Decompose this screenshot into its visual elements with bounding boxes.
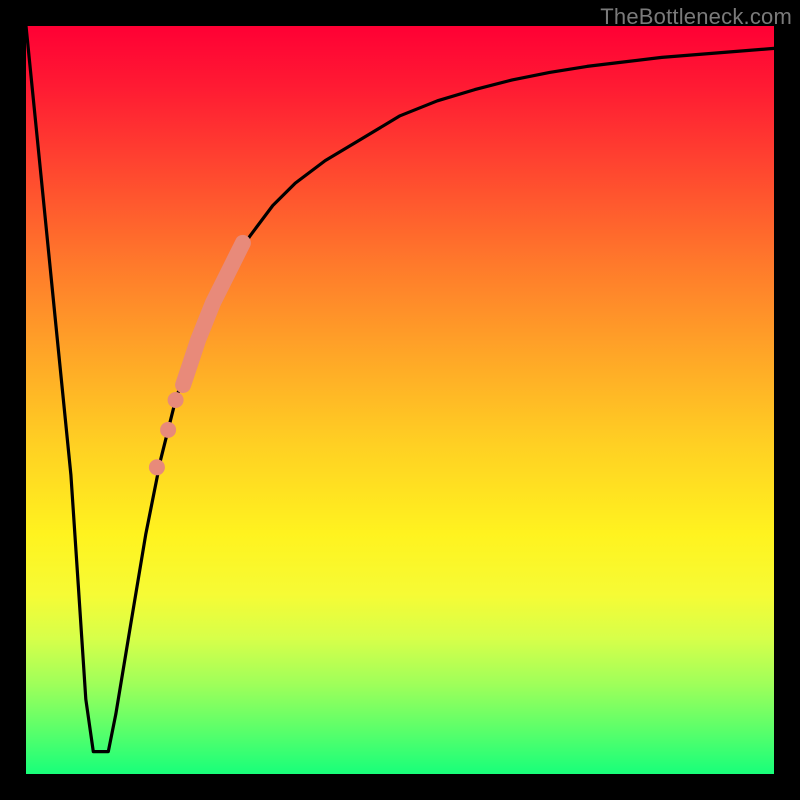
- marker-dot: [149, 459, 165, 475]
- marker-dot: [168, 392, 184, 408]
- highlight-segment: [183, 243, 243, 385]
- marker-group: [149, 392, 184, 475]
- watermark-text: TheBottleneck.com: [600, 4, 792, 30]
- marker-dot: [160, 422, 176, 438]
- curve-line: [26, 26, 774, 752]
- chart-frame: TheBottleneck.com: [0, 0, 800, 800]
- plot-area: [26, 26, 774, 774]
- chart-svg: [26, 26, 774, 774]
